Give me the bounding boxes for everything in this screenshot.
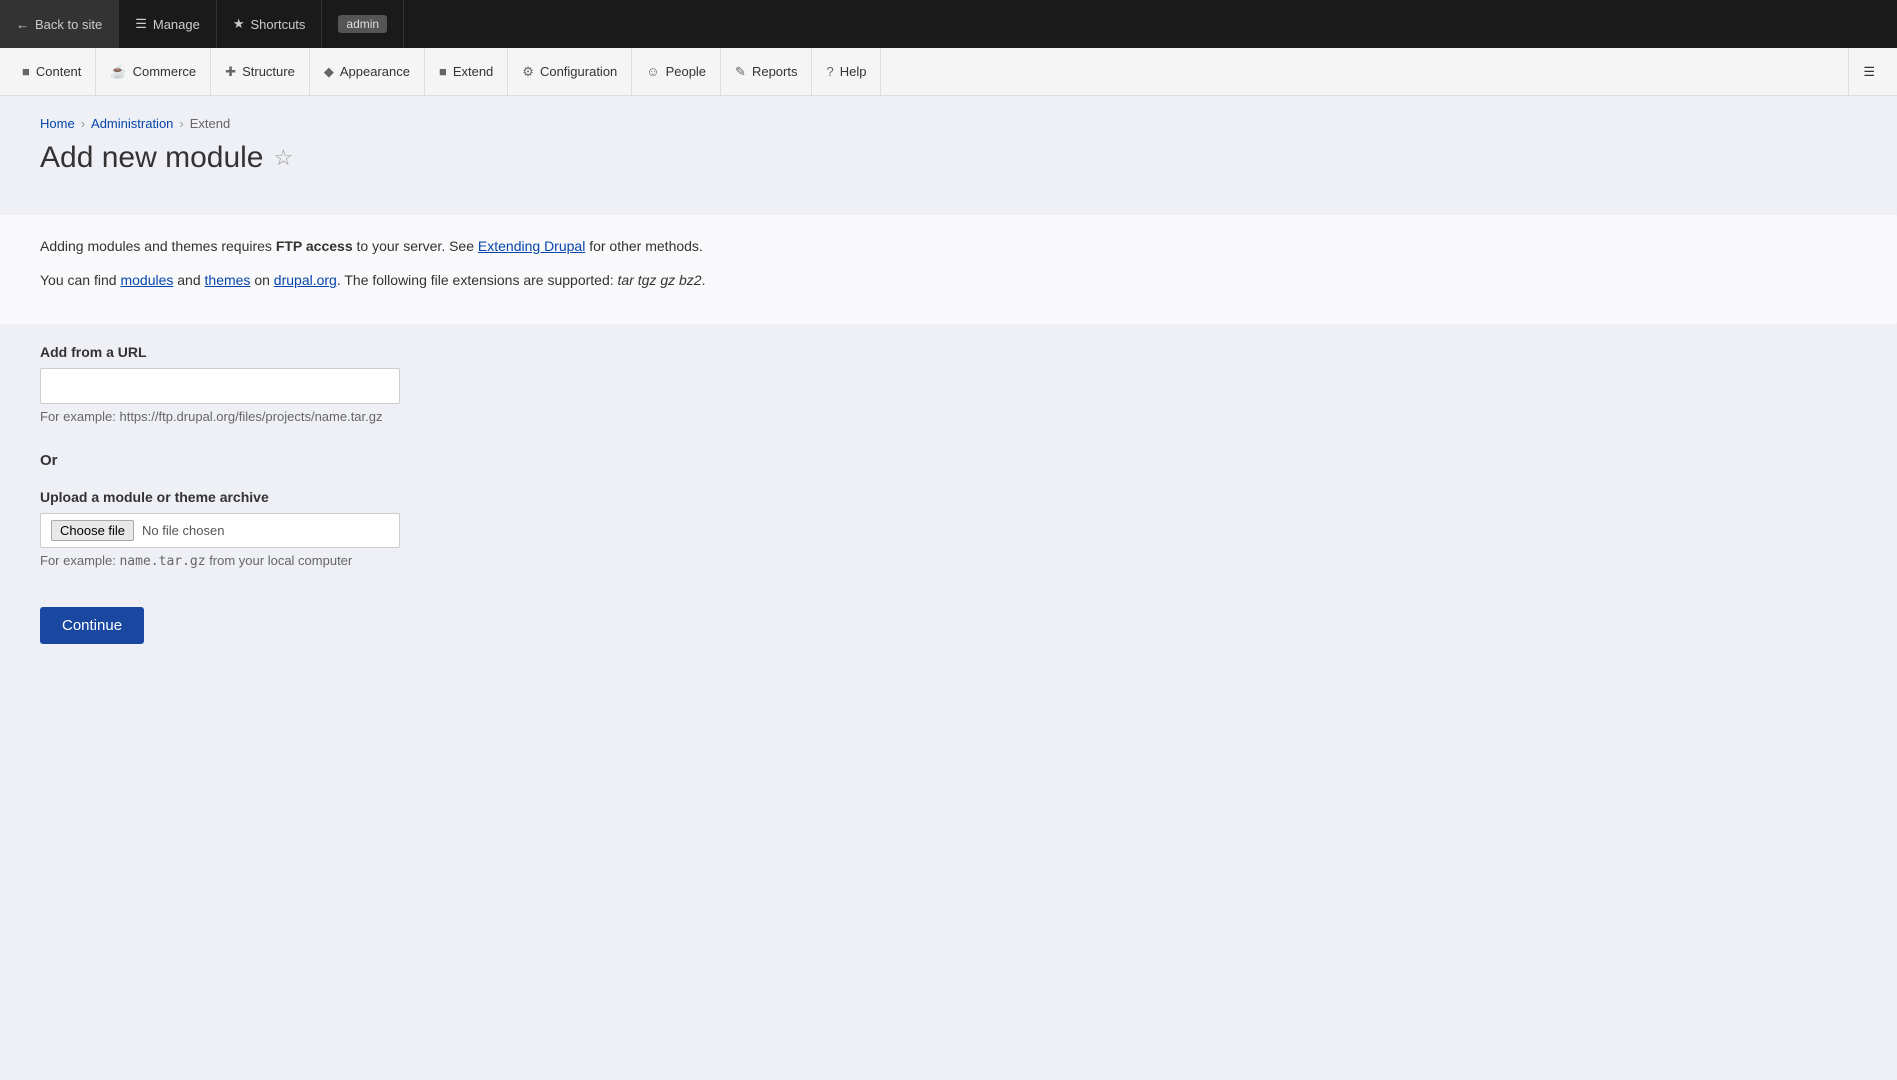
manage-link[interactable]: ☰ Manage bbox=[119, 0, 217, 48]
nav-item-sidebar-toggle[interactable]: ☰ bbox=[1848, 48, 1889, 95]
desc-ftp-after: to your server. See bbox=[353, 238, 478, 254]
help-icon: ? bbox=[826, 64, 833, 79]
page-title: Add new module ☆ bbox=[40, 141, 1857, 175]
nav-label-help: Help bbox=[840, 64, 867, 79]
url-help-text: For example: https://ftp.drupal.org/file… bbox=[40, 409, 1857, 424]
reports-icon: ✎ bbox=[735, 64, 746, 80]
page-header: Home › Administration › Extend Add new m… bbox=[0, 96, 1897, 215]
url-input[interactable] bbox=[40, 368, 400, 404]
upload-label: Upload a module or theme archive bbox=[40, 489, 1857, 505]
breadcrumb-admin[interactable]: Administration bbox=[91, 116, 173, 131]
modules-link[interactable]: modules bbox=[120, 272, 173, 288]
page-background: Home › Administration › Extend Add new m… bbox=[0, 96, 1897, 1080]
or-divider: Or bbox=[40, 452, 1857, 469]
desc-extensions: tar tgz gz bz2 bbox=[618, 272, 702, 288]
sidebar-toggle-icon: ☰ bbox=[1863, 64, 1875, 80]
form-area: Add from a URL For example: https://ftp.… bbox=[0, 344, 1897, 644]
drupal-org-link[interactable]: drupal.org bbox=[274, 272, 337, 288]
star-nav-icon: ★ bbox=[233, 16, 245, 32]
nav-item-content[interactable]: ■ Content bbox=[8, 48, 96, 95]
commerce-icon: ☕ bbox=[110, 64, 126, 80]
nav-item-extend[interactable]: ■ Extend bbox=[425, 48, 508, 95]
bookmark-star-icon[interactable]: ☆ bbox=[273, 145, 293, 171]
nav-label-structure: Structure bbox=[242, 64, 295, 79]
page-title-text: Add new module bbox=[40, 141, 263, 175]
upload-section: Upload a module or theme archive Choose … bbox=[40, 489, 1857, 569]
nav-item-help[interactable]: ? Help bbox=[812, 48, 881, 95]
nav-item-people[interactable]: ☺ People bbox=[632, 48, 721, 95]
content-icon: ■ bbox=[22, 64, 30, 79]
themes-link[interactable]: themes bbox=[205, 272, 251, 288]
admin-toolbar: ← Back to site ☰ Manage ★ Shortcuts admi… bbox=[0, 0, 1897, 48]
nav-item-commerce[interactable]: ☕ Commerce bbox=[96, 48, 211, 95]
breadcrumb: Home › Administration › Extend bbox=[40, 116, 1857, 131]
breadcrumb-current: Extend bbox=[190, 116, 230, 131]
user-link[interactable]: admin bbox=[322, 0, 404, 48]
breadcrumb-home[interactable]: Home bbox=[40, 116, 75, 131]
desc-ftp-bold: FTP access bbox=[276, 238, 353, 254]
desc-para-2: You can find modules and themes on drupa… bbox=[40, 269, 1857, 291]
back-to-site-label: Back to site bbox=[35, 17, 102, 32]
url-section: Add from a URL For example: https://ftp.… bbox=[40, 344, 1857, 424]
nav-label-content: Content bbox=[36, 64, 82, 79]
nav-label-extend: Extend bbox=[453, 64, 493, 79]
breadcrumb-sep-1: › bbox=[81, 116, 85, 131]
people-icon: ☺ bbox=[646, 64, 659, 79]
desc-ext-end: . The following file extensions are supp… bbox=[337, 272, 618, 288]
url-label: Add from a URL bbox=[40, 344, 1857, 360]
file-upload-wrapper[interactable]: Choose file No file chosen bbox=[40, 513, 400, 548]
nav-item-structure[interactable]: ✚ Structure bbox=[211, 48, 310, 95]
manage-label: Manage bbox=[153, 17, 200, 32]
desc-ftp-before: Adding modules and themes requires bbox=[40, 238, 276, 254]
username-badge: admin bbox=[338, 15, 387, 33]
hamburger-icon: ☰ bbox=[135, 16, 147, 32]
nav-label-commerce: Commerce bbox=[133, 64, 197, 79]
desc-find-before: You can find bbox=[40, 272, 120, 288]
nav-label-configuration: Configuration bbox=[540, 64, 617, 79]
back-to-site-link[interactable]: ← Back to site bbox=[0, 0, 119, 48]
upload-example-before: For example: bbox=[40, 553, 119, 568]
nav-item-reports[interactable]: ✎ Reports bbox=[721, 48, 812, 95]
choose-file-button[interactable]: Choose file bbox=[51, 520, 134, 541]
structure-icon: ✚ bbox=[225, 64, 236, 80]
shortcuts-link[interactable]: ★ Shortcuts bbox=[217, 0, 323, 48]
description-area: Adding modules and themes requires FTP a… bbox=[0, 215, 1897, 324]
shortcuts-label: Shortcuts bbox=[251, 17, 306, 32]
upload-example-code: name.tar.gz bbox=[119, 554, 205, 569]
appearance-icon: ◆ bbox=[324, 64, 334, 80]
breadcrumb-sep-2: › bbox=[179, 116, 183, 131]
nav-label-appearance: Appearance bbox=[340, 64, 410, 79]
upload-help-text: For example: name.tar.gz from your local… bbox=[40, 553, 1857, 569]
nav-item-appearance[interactable]: ◆ Appearance bbox=[310, 48, 425, 95]
nav-item-configuration[interactable]: ⚙ Configuration bbox=[508, 48, 632, 95]
extend-icon: ■ bbox=[439, 64, 447, 79]
desc-on: on bbox=[250, 272, 273, 288]
main-nav: ■ Content ☕ Commerce ✚ Structure ◆ Appea… bbox=[0, 48, 1897, 96]
desc-para-1: Adding modules and themes requires FTP a… bbox=[40, 235, 1857, 257]
desc-period: . bbox=[702, 272, 706, 288]
desc-and: and bbox=[173, 272, 204, 288]
back-arrow-icon: ← bbox=[16, 17, 29, 32]
nav-label-people: People bbox=[666, 64, 706, 79]
continue-button[interactable]: Continue bbox=[40, 607, 144, 644]
desc-ftp-end: for other methods. bbox=[585, 238, 703, 254]
upload-example-rest: from your local computer bbox=[206, 553, 353, 568]
no-file-text: No file chosen bbox=[142, 523, 224, 538]
extending-drupal-link[interactable]: Extending Drupal bbox=[478, 238, 585, 254]
config-icon: ⚙ bbox=[522, 64, 534, 80]
nav-label-reports: Reports bbox=[752, 64, 798, 79]
